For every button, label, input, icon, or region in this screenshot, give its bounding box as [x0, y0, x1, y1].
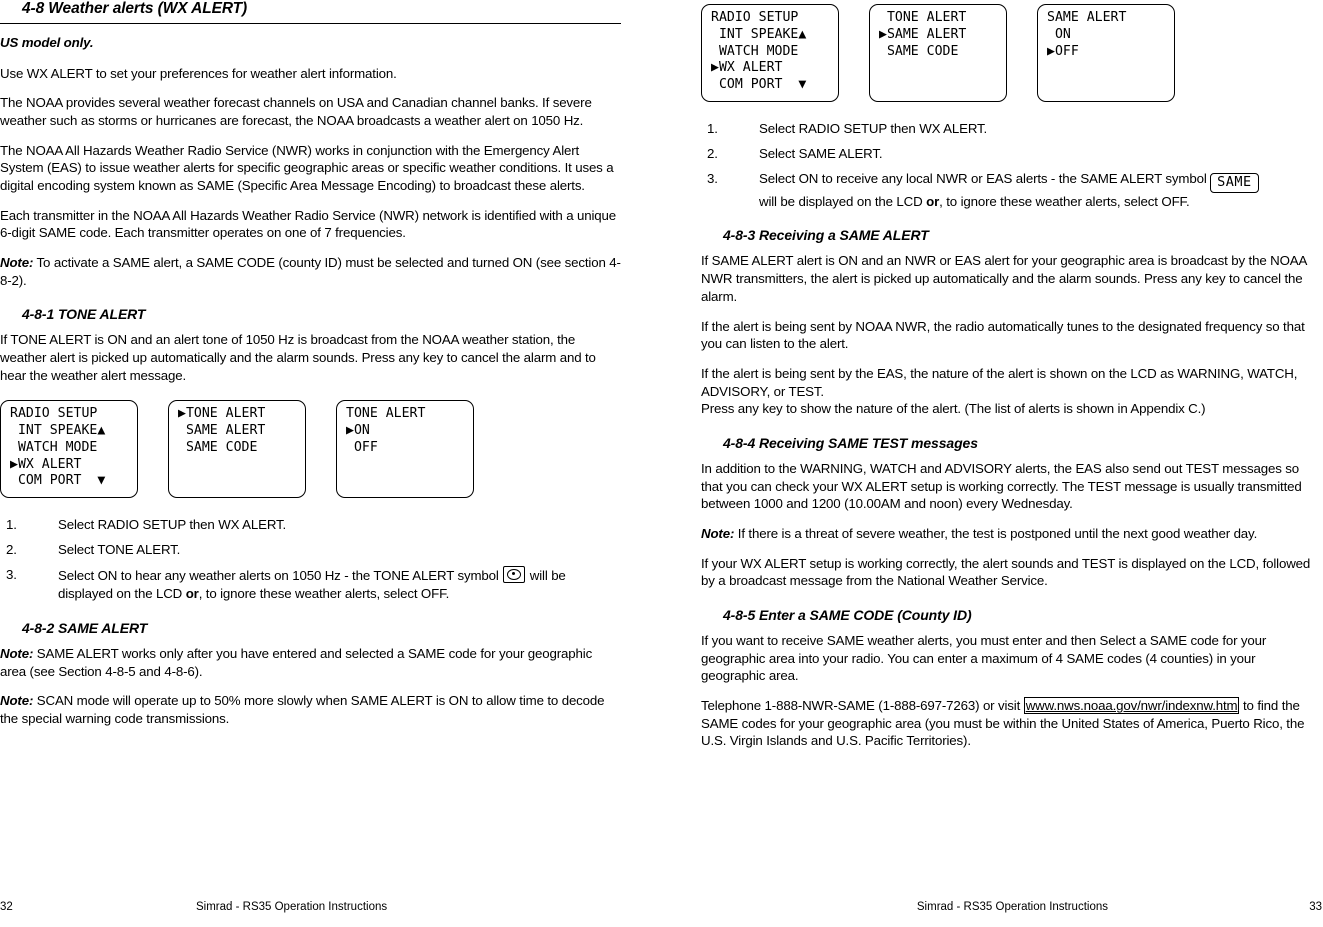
lcd-screen-tone-alert-options: TONE ALERT ▶ON OFF — [336, 400, 474, 499]
subsection-receiving-same-alert-title: 4-8-3 Receiving a SAME ALERT — [723, 227, 929, 244]
paragraph-eas-nature: If the alert is being sent by the EAS, t… — [701, 365, 1298, 417]
note-label: Note: — [701, 525, 735, 541]
paragraph-telephone: Telephone 1-888-NWR-SAME (1-888-697-7263… — [701, 696, 1322, 750]
same-alert-symbol-icon: SAME — [1210, 172, 1259, 193]
footer-text-left: Simrad - RS35 Operation Instructions — [196, 901, 388, 913]
step-text-c: , to ignore these weather alerts, select… — [198, 586, 450, 602]
tone-alert-symbol-icon — [503, 566, 526, 584]
page-right: RADIO SETUP INT SPEAKE▲ WATCH MODE ▶WX A… — [661, 0, 1322, 927]
step-text: Select SAME ALERT. — [759, 145, 883, 161]
list-item: 3. Select ON to receive any local NWR or … — [701, 170, 1322, 211]
step-text-a: Select ON to hear any weather alerts on … — [58, 568, 503, 584]
step-number: 2. — [6, 542, 17, 558]
subsection-same-test-title: 4-8-4 Receiving SAME TEST messages — [723, 434, 978, 451]
list-item: 2. Select TONE ALERT. — [0, 541, 621, 559]
list-item: 1. Select RADIO SETUP then WX ALERT. — [0, 516, 621, 534]
subsection-tone-alert-title: 4-8-1 TONE ALERT — [22, 306, 146, 323]
list-item: 2. Select SAME ALERT. — [701, 145, 1322, 163]
paragraph-test-displayed: If your WX ALERT setup is working correc… — [701, 555, 1311, 589]
note-text: SAME ALERT works only after you have ent… — [0, 645, 593, 679]
page-title: 4-8 Weather alerts (WX ALERT) — [0, 0, 621, 24]
subsection-same-alert-title: 4-8-2 SAME ALERT — [22, 619, 148, 636]
left-column: 4-8 Weather alerts (WX ALERT) US model o… — [0, 0, 621, 728]
steps-tone-alert: 1. Select RADIO SETUP then WX ALERT. 2. Se… — [0, 516, 621, 603]
paragraph-nwr-tune: If the alert is being sent by NOAA NWR, … — [701, 318, 1305, 352]
step-text: Select RADIO SETUP then WX ALERT. — [759, 120, 988, 136]
steps-same-alert: 1. Select RADIO SETUP then WX ALERT. 2. Se… — [701, 120, 1322, 211]
note-text: To activate a SAME alert, a SAME CODE (c… — [0, 255, 621, 288]
paragraph-noaa: The NOAA provides several weather foreca… — [0, 95, 592, 129]
note-same-code: Note: To activate a SAME alert, a SAME C… — [0, 254, 621, 289]
step-text-or: or — [926, 193, 940, 209]
step-text-a: Select ON to receive any local NWR or EA… — [759, 170, 1211, 186]
lcd-screen-radio-setup-2: RADIO SETUP INT SPEAKE▲ WATCH MODE ▶WX A… — [701, 4, 839, 102]
step-text-b: will be displayed on the LCD — [759, 193, 927, 209]
step-number: 3. — [707, 170, 718, 186]
note-text: If there is a threat of severe weather, … — [734, 525, 1258, 541]
footer-page-number-left: 32 — [0, 901, 13, 913]
lcd-screen-same-alert-options: SAME ALERT ON ▶OFF — [1037, 4, 1175, 102]
note-label: Note: — [0, 255, 34, 271]
note-text: SCAN mode will operate up to 50% more sl… — [0, 693, 605, 726]
lcd-diagram-row-same: RADIO SETUP INT SPEAKE▲ WATCH MODE ▶WX A… — [701, 4, 1322, 102]
step-number: 1. — [6, 517, 17, 533]
footer-page-number-right: 33 — [1309, 901, 1322, 913]
nws-website-link[interactable]: www.nws.noaa.gov/nwr/indexnw.htm — [1023, 696, 1240, 714]
page-left: 4-8 Weather alerts (WX ALERT) US model o… — [0, 0, 661, 927]
lcd-screen-radio-setup: RADIO SETUP INT SPEAKE▲ WATCH MODE ▶WX A… — [0, 400, 138, 499]
paragraph-intro: Use WX ALERT to set your preferences for… — [0, 65, 397, 81]
paragraph-enter-code: If you want to receive SAME weather aler… — [701, 632, 1267, 684]
lcd-screen-wx-alert-menu: ▶TONE ALERT SAME ALERT SAME CODE — [168, 400, 306, 499]
paragraph-tone-alert: If TONE ALERT is ON and an alert tone of… — [0, 332, 596, 383]
step-number: 3. — [6, 567, 17, 583]
footer-text-right: Simrad - RS35 Operation Instructions — [916, 901, 1108, 913]
list-item: 1. Select RADIO SETUP then WX ALERT. — [701, 120, 1322, 138]
note-severe-weather: Note: If there is a threat of severe wea… — [701, 525, 1322, 543]
note-label: Note: — [0, 645, 34, 661]
right-column: RADIO SETUP INT SPEAKE▲ WATCH MODE ▶WX A… — [701, 4, 1322, 750]
note-same-alert: Note: SAME ALERT works only after you ha… — [0, 645, 621, 680]
lcd-screen-wx-alert-menu-2: TONE ALERT ▶SAME ALERT SAME CODE — [869, 4, 1007, 102]
paragraph-transmitter: Each transmitter in the NOAA All Hazards… — [0, 207, 617, 241]
step-text: Select TONE ALERT. — [58, 542, 181, 558]
us-model-note: US model only. — [0, 35, 94, 50]
list-item: 3. Select ON to hear any weather alerts o… — [0, 566, 621, 603]
note-scan-mode: Note: SCAN mode will operate up to 50% m… — [0, 692, 621, 727]
step-number: 1. — [707, 120, 718, 136]
telephone-text: Telephone 1-888-NWR-SAME (1-888-697-7263… — [701, 697, 1024, 713]
paragraph-same-alert-on: If SAME ALERT alert is ON and an NWR or … — [701, 253, 1307, 304]
note-label: Note: — [0, 693, 34, 709]
step-number: 2. — [707, 145, 718, 161]
paragraph-nwr: The NOAA All Hazards Weather Radio Servi… — [0, 142, 614, 194]
lcd-diagram-row-tone: RADIO SETUP INT SPEAKE▲ WATCH MODE ▶WX A… — [0, 400, 621, 499]
subsection-enter-same-code-title: 4-8-5 Enter a SAME CODE (County ID) — [723, 606, 972, 623]
paragraph-test-messages: In addition to the WARNING, WATCH and AD… — [701, 460, 1302, 512]
step-text: Select RADIO SETUP then WX ALERT. — [58, 517, 287, 533]
step-text-c: , to ignore these weather alerts, select… — [939, 193, 1190, 209]
step-text-or: or — [185, 586, 199, 602]
